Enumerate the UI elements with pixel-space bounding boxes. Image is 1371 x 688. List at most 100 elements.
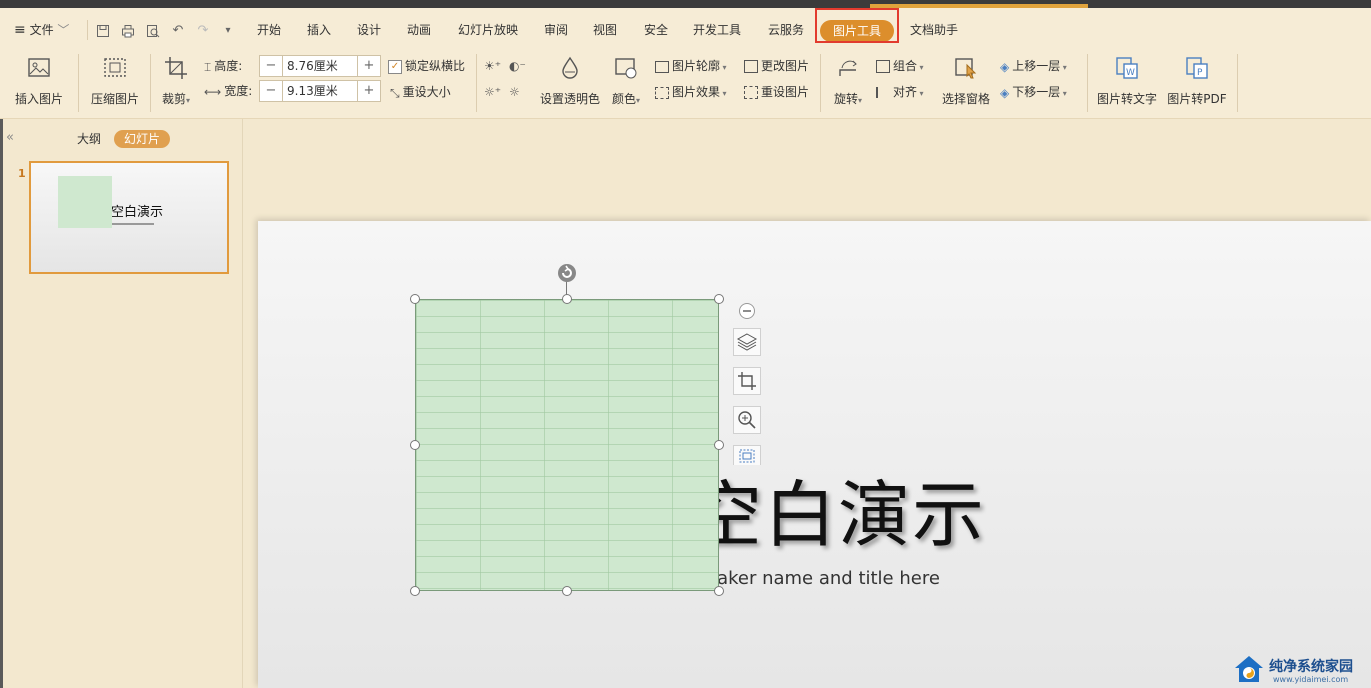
tab-animation[interactable]: 动画: [407, 8, 431, 48]
tab-doc-assistant[interactable]: 文档助手: [910, 8, 958, 48]
highlight-box: [815, 8, 899, 43]
zoom-tool-button[interactable]: [733, 406, 761, 434]
layer-down-icon: ◈: [1000, 85, 1010, 100]
picture-to-pdf-label: 图片转PDF: [1167, 92, 1227, 106]
tab-outline[interactable]: 大纲: [70, 130, 108, 148]
separator: [1087, 54, 1088, 112]
tab-developer[interactable]: 开发工具: [693, 8, 741, 48]
bring-forward-button[interactable]: ◈ 上移一层 ▾: [1000, 56, 1067, 76]
undo-icon[interactable]: ↶: [171, 24, 185, 38]
reset-picture-button[interactable]: 重设图片: [744, 82, 809, 102]
outline-icon: [655, 60, 669, 73]
effect-icon: [655, 86, 669, 99]
resize-handle-e[interactable]: [714, 440, 724, 450]
brightness-down-icon[interactable]: ☼⁺: [484, 82, 501, 102]
picture-effect-button[interactable]: 图片效果 ▾: [655, 82, 727, 102]
resize-handle-n[interactable]: [562, 294, 572, 304]
file-menu[interactable]: ≡ 文件 ﹀: [14, 8, 69, 48]
collapse-panel-icon[interactable]: «: [6, 130, 14, 145]
picture-color-icon: [615, 58, 637, 79]
color-label-wrap: 颜色▾: [608, 90, 644, 107]
dropdown-arrow-icon: ▾: [1060, 89, 1067, 98]
send-backward-button[interactable]: ◈ 下移一层 ▾: [1000, 82, 1067, 102]
crop-tool-button[interactable]: [733, 367, 761, 395]
tab-cloud[interactable]: 云服务: [768, 8, 804, 48]
print-icon[interactable]: [121, 24, 135, 38]
tab-insert[interactable]: 插入: [307, 8, 331, 48]
hamburger-icon: ≡: [14, 22, 26, 38]
crop-icon: [165, 57, 187, 79]
resize-handle-nw[interactable]: [410, 294, 420, 304]
tab-review[interactable]: 审阅: [544, 8, 568, 48]
rotate-label-wrap: 旋转▾: [828, 90, 868, 107]
height-decrease-button[interactable]: −: [260, 56, 282, 76]
resize-handle-sw[interactable]: [410, 586, 420, 596]
contrast-down-icon[interactable]: ☼: [509, 82, 520, 102]
picture-to-pdf-button[interactable]: P 图片转PDF: [1166, 56, 1228, 107]
selected-picture[interactable]: [415, 299, 719, 591]
tab-view[interactable]: 视图: [593, 8, 617, 48]
picture-effect-label: 图片效果: [672, 85, 721, 99]
svg-text:P: P: [1197, 68, 1203, 78]
picture-outline-button[interactable]: 图片轮廓 ▾: [655, 56, 727, 76]
resize-handle-se[interactable]: [714, 586, 724, 596]
lock-ratio-checkbox[interactable]: ✓ 锁定纵横比: [388, 56, 465, 76]
tab-slides[interactable]: 幻灯片: [114, 130, 170, 148]
reset-size-button[interactable]: ⤡ 重设大小: [390, 82, 451, 102]
dropdown-arrow-icon: ▾: [636, 96, 641, 105]
resize-handle-s[interactable]: [562, 586, 572, 596]
crop-button[interactable]: 裁剪▾: [156, 56, 196, 107]
contrast-up-icon[interactable]: ◐⁻: [509, 56, 526, 76]
height-input[interactable]: 8.76厘米: [282, 56, 358, 76]
tab-slideshow[interactable]: 幻灯片放映: [458, 8, 518, 48]
resize-handle-ne[interactable]: [714, 294, 724, 304]
file-menu-label: 文件: [29, 23, 54, 37]
picture-icon: [28, 58, 50, 77]
align-button[interactable]: 对齐 ▾: [876, 82, 924, 102]
save-icon[interactable]: [96, 24, 110, 38]
selection-pane-button[interactable]: 选择窗格: [940, 56, 992, 107]
dropdown-arrow-icon: ▾: [186, 96, 191, 105]
customize-toolbar-icon[interactable]: ▾: [221, 24, 235, 38]
color-button[interactable]: 颜色▾: [608, 56, 644, 107]
rotate-handle-icon[interactable]: [557, 263, 577, 283]
house-logo-icon: [1235, 656, 1263, 682]
rotate-label: 旋转: [833, 92, 858, 106]
dropdown-arrow-icon: ▾: [917, 63, 924, 72]
picture-to-text-label: 图片转文字: [1096, 92, 1157, 106]
crop-label: 裁剪: [161, 92, 186, 106]
separator: [78, 54, 79, 112]
redo-icon[interactable]: ↷: [196, 24, 210, 38]
width-icon: ⟷: [204, 84, 222, 99]
height-spinner[interactable]: − 8.76厘米 +: [259, 55, 381, 77]
width-spinner[interactable]: − 9.13厘米 +: [259, 80, 381, 102]
svg-text:W: W: [1126, 68, 1135, 78]
slide-thumbnail[interactable]: 空白演示: [29, 161, 229, 274]
picture-tool-button[interactable]: [733, 445, 761, 465]
set-transparent-color-button[interactable]: 设置透明色: [538, 56, 602, 107]
watermark-name: 纯净系统家园: [1269, 659, 1353, 675]
tab-design[interactable]: 设计: [357, 8, 381, 48]
group-label: 组合: [893, 59, 918, 73]
tab-security[interactable]: 安全: [644, 8, 668, 48]
change-picture-button[interactable]: 更改图片: [744, 56, 809, 76]
insert-picture-button[interactable]: 插入图片: [8, 56, 70, 107]
resize-handle-w[interactable]: [410, 440, 420, 450]
group-button[interactable]: 组合 ▾: [876, 56, 924, 76]
layers-tool-button[interactable]: [733, 328, 761, 356]
slide-title[interactable]: 空白演示: [690, 456, 986, 561]
brightness-up-icon[interactable]: ☀⁺: [484, 56, 501, 76]
compress-picture-button[interactable]: 压缩图片: [88, 56, 142, 107]
slide-subtitle[interactable]: eaker name and title here: [706, 568, 940, 589]
tab-start[interactable]: 开始: [257, 8, 281, 48]
compress-picture-label: 压缩图片: [90, 92, 139, 106]
rotate-button[interactable]: 旋转▾: [828, 56, 868, 107]
width-input[interactable]: 9.13厘米: [282, 81, 358, 101]
reset-size-label: 重设大小: [402, 85, 451, 99]
height-increase-button[interactable]: +: [358, 56, 380, 76]
print-preview-icon[interactable]: [146, 24, 160, 38]
width-increase-button[interactable]: +: [358, 81, 380, 101]
picture-to-text-button[interactable]: W 图片转文字: [1095, 56, 1159, 107]
collapse-tools-icon[interactable]: [738, 302, 756, 320]
width-decrease-button[interactable]: −: [260, 81, 282, 101]
